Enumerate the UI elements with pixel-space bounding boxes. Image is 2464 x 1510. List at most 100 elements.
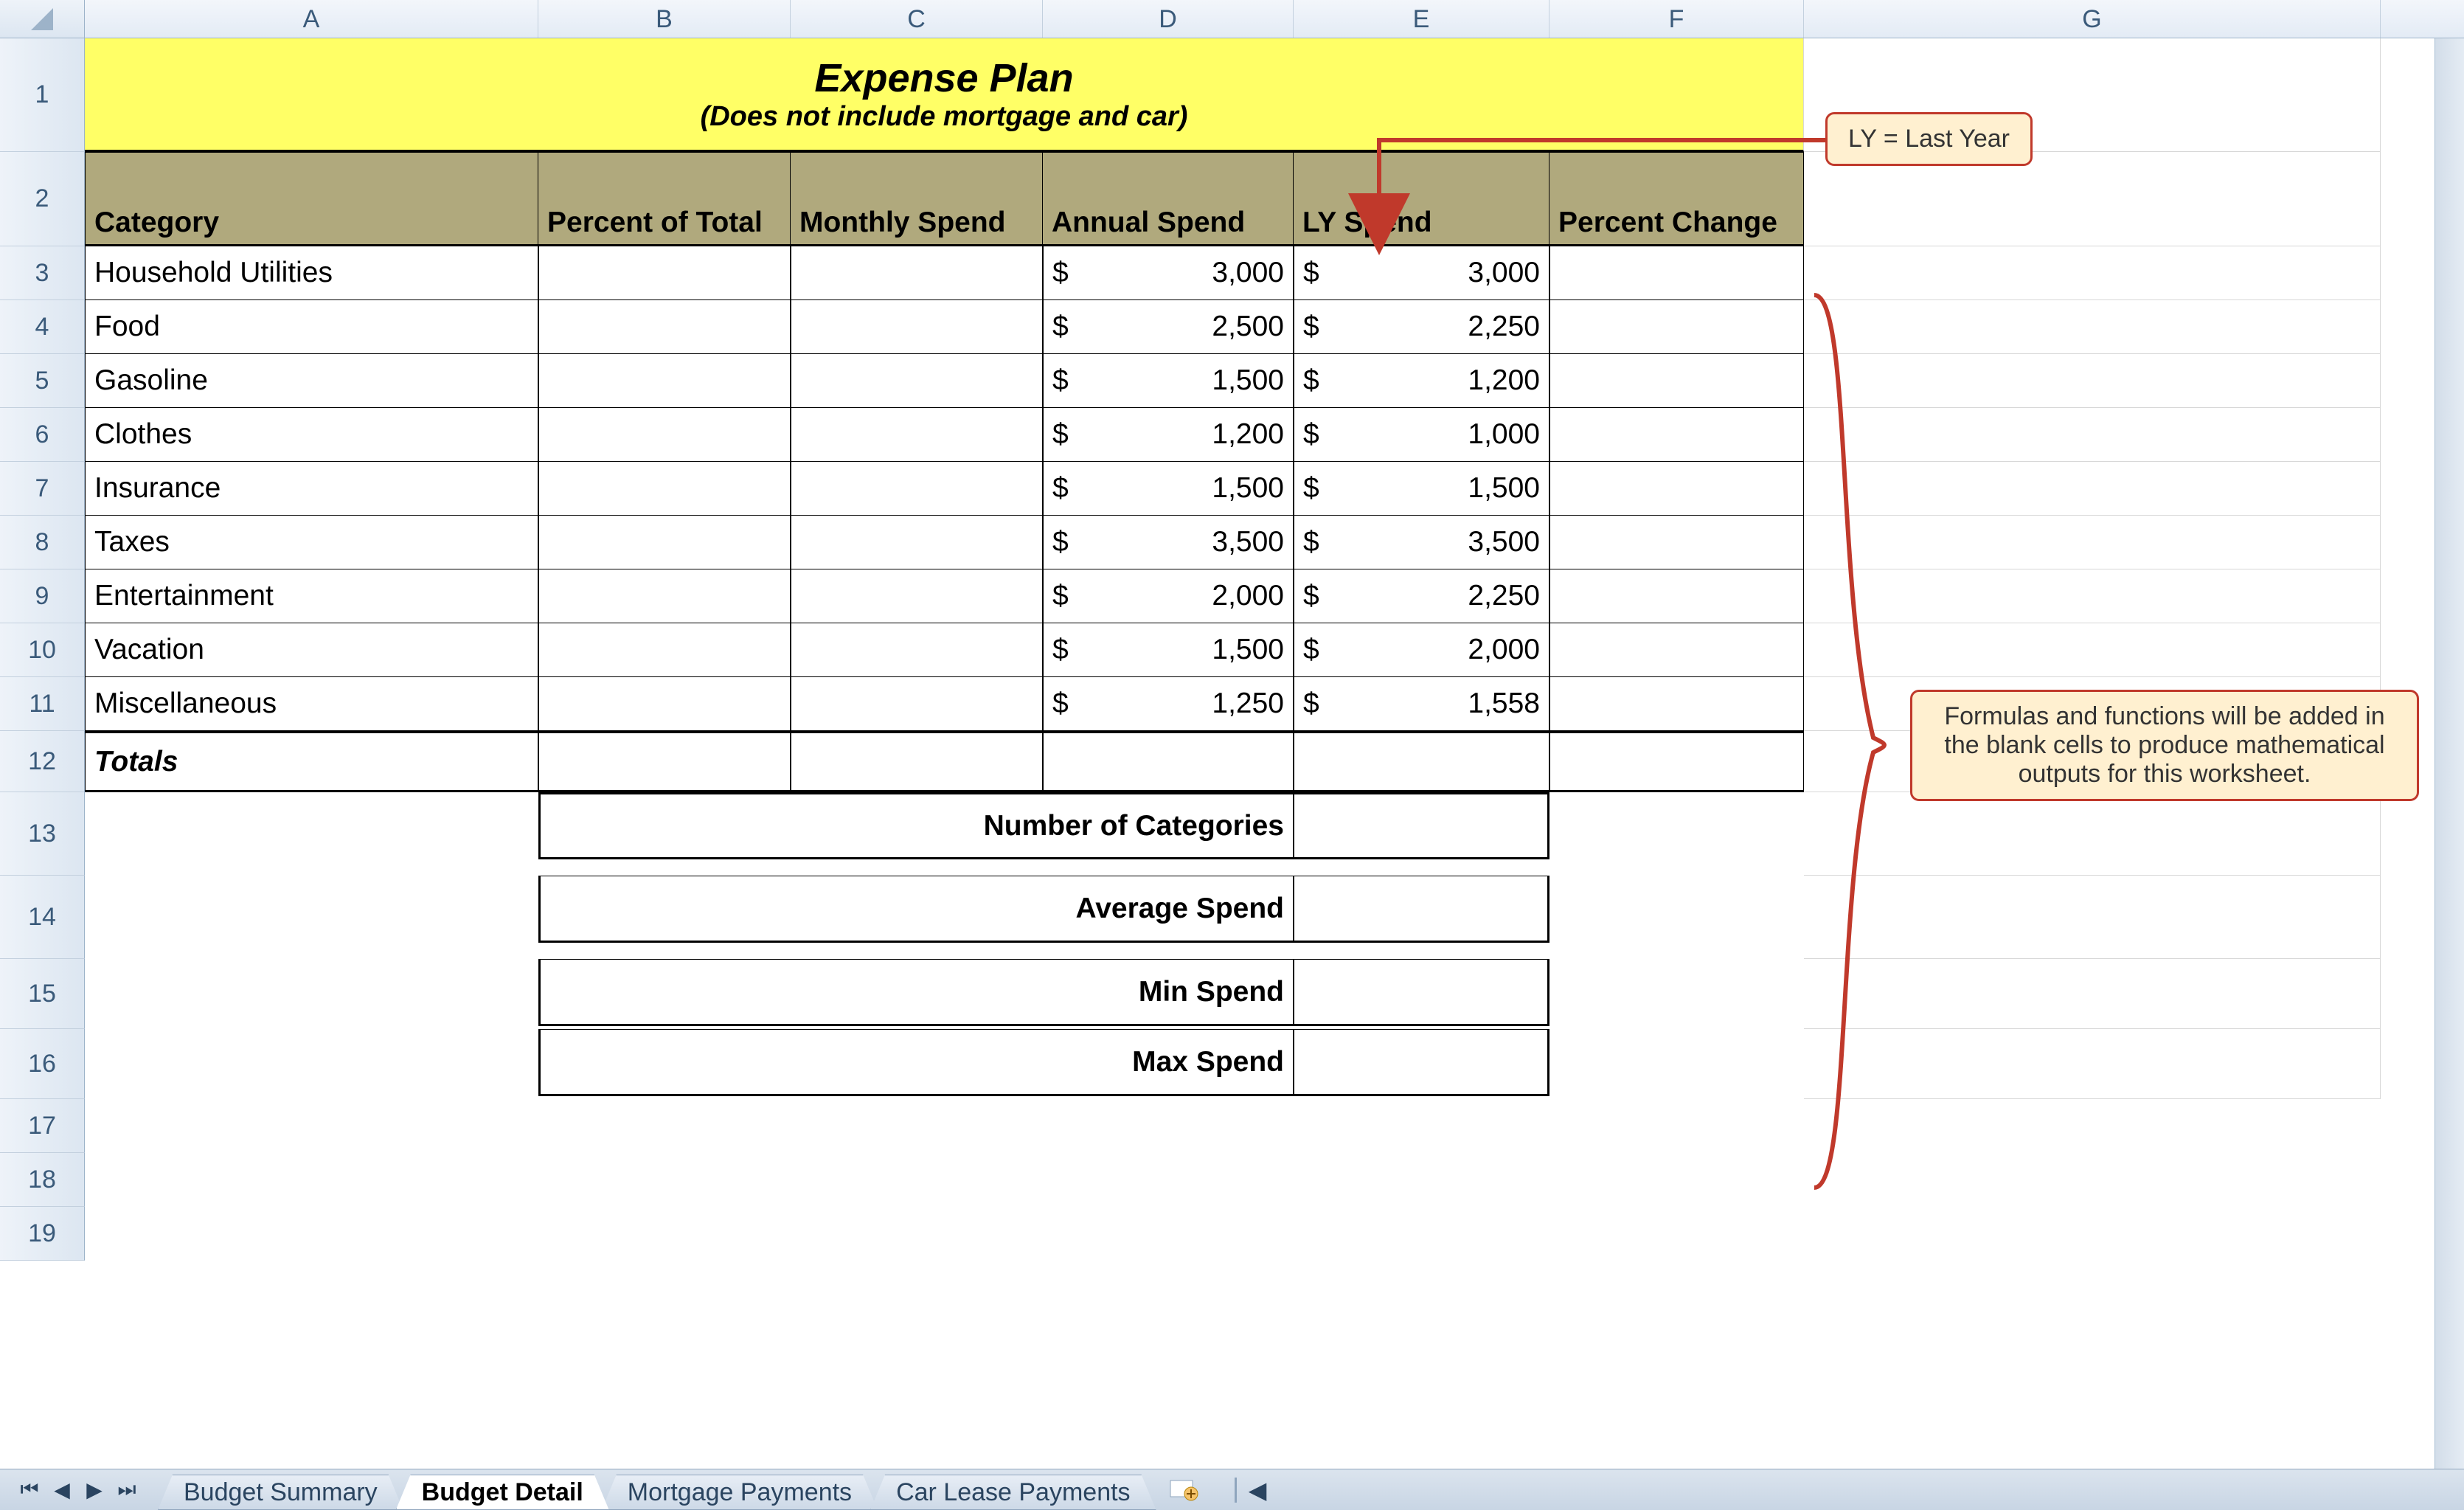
- cell-19-G[interactable]: [1804, 1207, 2381, 1261]
- cell-7-A[interactable]: Insurance: [85, 462, 538, 516]
- row-header-9[interactable]: 9: [0, 569, 85, 623]
- cell-3-A[interactable]: Household Utilities: [85, 246, 538, 300]
- table-header-percent-of-total[interactable]: Percent of Total: [538, 152, 791, 246]
- row-header-10[interactable]: 10: [0, 623, 85, 677]
- cell-17-D[interactable]: [1043, 1099, 1294, 1153]
- cell-11-D[interactable]: $1,250: [1043, 677, 1294, 731]
- cell-8-D[interactable]: $3,500: [1043, 516, 1294, 569]
- cell-10-E[interactable]: $2,000: [1294, 623, 1549, 677]
- cell-4-F[interactable]: [1549, 300, 1804, 354]
- cell-7-E[interactable]: $1,500: [1294, 462, 1549, 516]
- cell-17-A[interactable]: [85, 1099, 538, 1153]
- cell-3-D[interactable]: $3,000: [1043, 246, 1294, 300]
- tab-nav-prev[interactable]: ◀: [46, 1476, 78, 1504]
- cell-4-C[interactable]: [791, 300, 1043, 354]
- row-header-16[interactable]: 16: [0, 1029, 85, 1099]
- cell-5-C[interactable]: [791, 354, 1043, 408]
- cell-6-B[interactable]: [538, 408, 791, 462]
- cell-17-E[interactable]: [1294, 1099, 1549, 1153]
- table-header-category[interactable]: Category: [85, 152, 538, 246]
- row-header-15[interactable]: 15: [0, 959, 85, 1029]
- summary-label-number-of-categories[interactable]: Number of Categories: [538, 792, 1294, 859]
- cell-3-B[interactable]: [538, 246, 791, 300]
- cell-19-F[interactable]: [1549, 1207, 1804, 1261]
- cell-9-A[interactable]: Entertainment: [85, 569, 538, 623]
- summary-label-max-spend[interactable]: Max Spend: [538, 1029, 1294, 1096]
- row-header-2[interactable]: 2: [0, 152, 85, 246]
- cell-19-B[interactable]: [538, 1207, 791, 1261]
- table-header-percent-change[interactable]: Percent Change: [1549, 152, 1804, 246]
- cell-3-F[interactable]: [1549, 246, 1804, 300]
- cell-3-C[interactable]: [791, 246, 1043, 300]
- row-header-13[interactable]: 13: [0, 792, 85, 876]
- cell-17-G[interactable]: [1804, 1099, 2381, 1153]
- row-header-7[interactable]: 7: [0, 462, 85, 516]
- column-header-D[interactable]: D: [1043, 0, 1294, 38]
- column-header-C[interactable]: C: [791, 0, 1043, 38]
- summary-value-number-of-categories[interactable]: [1294, 792, 1549, 859]
- cell-8-C[interactable]: [791, 516, 1043, 569]
- cell-8-B[interactable]: [538, 516, 791, 569]
- row-header-19[interactable]: 19: [0, 1207, 85, 1261]
- cell-11-E[interactable]: $1,558: [1294, 677, 1549, 731]
- summary-value-max-spend[interactable]: [1294, 1029, 1549, 1096]
- cell-10-D[interactable]: $1,500: [1043, 623, 1294, 677]
- table-header-annual-spend[interactable]: Annual Spend: [1043, 152, 1294, 246]
- row-header-3[interactable]: 3: [0, 246, 85, 300]
- column-header-A[interactable]: A: [85, 0, 538, 38]
- row-header-12[interactable]: 12: [0, 731, 85, 792]
- cell-9-D[interactable]: $2,000: [1043, 569, 1294, 623]
- cell-11-A[interactable]: Miscellaneous: [85, 677, 538, 731]
- cell-9-B[interactable]: [538, 569, 791, 623]
- cell-7-C[interactable]: [791, 462, 1043, 516]
- row-header-8[interactable]: 8: [0, 516, 85, 569]
- cell-8-A[interactable]: Taxes: [85, 516, 538, 569]
- sheet-tab-mortgage-payments[interactable]: Mortgage Payments: [602, 1475, 878, 1510]
- column-header-F[interactable]: F: [1549, 0, 1804, 38]
- cell-6-F[interactable]: [1549, 408, 1804, 462]
- cell-4-E[interactable]: $2,250: [1294, 300, 1549, 354]
- cell-19-C[interactable]: [791, 1207, 1043, 1261]
- cell-10-A[interactable]: Vacation: [85, 623, 538, 677]
- cell-5-E[interactable]: $1,200: [1294, 354, 1549, 408]
- cell-17-C[interactable]: [791, 1099, 1043, 1153]
- row-header-1[interactable]: 1: [0, 38, 85, 152]
- cell-10-F[interactable]: [1549, 623, 1804, 677]
- cell-10-B[interactable]: [538, 623, 791, 677]
- cell-6-E[interactable]: $1,000: [1294, 408, 1549, 462]
- cell-11-F[interactable]: [1549, 677, 1804, 731]
- table-header-ly-spend[interactable]: LY Spend: [1294, 152, 1549, 246]
- cell-8-E[interactable]: $3,500: [1294, 516, 1549, 569]
- cell-3-E[interactable]: $3,000: [1294, 246, 1549, 300]
- totals-cell-B[interactable]: [538, 731, 791, 792]
- cell-19-A[interactable]: [85, 1207, 538, 1261]
- cell-6-D[interactable]: $1,200: [1043, 408, 1294, 462]
- cell-17-F[interactable]: [1549, 1099, 1804, 1153]
- cell-6-A[interactable]: Clothes: [85, 408, 538, 462]
- cell-18-A[interactable]: [85, 1153, 538, 1207]
- totals-cell-A[interactable]: Totals: [85, 731, 538, 792]
- sheet-tab-budget-summary[interactable]: Budget Summary: [158, 1475, 403, 1510]
- cell-7-F[interactable]: [1549, 462, 1804, 516]
- new-sheet-button[interactable]: [1162, 1475, 1205, 1505]
- summary-label-min-spend[interactable]: Min Spend: [538, 959, 1294, 1026]
- tab-nav-last[interactable]: ⏭: [111, 1476, 143, 1504]
- cell-19-D[interactable]: [1043, 1207, 1294, 1261]
- cell-9-C[interactable]: [791, 569, 1043, 623]
- tab-nav-next[interactable]: ▶: [78, 1476, 111, 1504]
- cell-4-B[interactable]: [538, 300, 791, 354]
- sheet-tab-budget-detail[interactable]: Budget Detail: [396, 1475, 609, 1510]
- totals-cell-C[interactable]: [791, 731, 1043, 792]
- totals-cell-D[interactable]: [1043, 731, 1294, 792]
- table-header-monthly-spend[interactable]: Monthly Spend: [791, 152, 1043, 246]
- select-all-corner[interactable]: [0, 0, 85, 38]
- column-header-E[interactable]: E: [1294, 0, 1549, 38]
- cell-4-A[interactable]: Food: [85, 300, 538, 354]
- cell-18-B[interactable]: [538, 1153, 791, 1207]
- cell-5-D[interactable]: $1,500: [1043, 354, 1294, 408]
- row-header-6[interactable]: 6: [0, 408, 85, 462]
- cell-4-D[interactable]: $2,500: [1043, 300, 1294, 354]
- cell-6-C[interactable]: [791, 408, 1043, 462]
- totals-cell-F[interactable]: [1549, 731, 1804, 792]
- cell-9-E[interactable]: $2,250: [1294, 569, 1549, 623]
